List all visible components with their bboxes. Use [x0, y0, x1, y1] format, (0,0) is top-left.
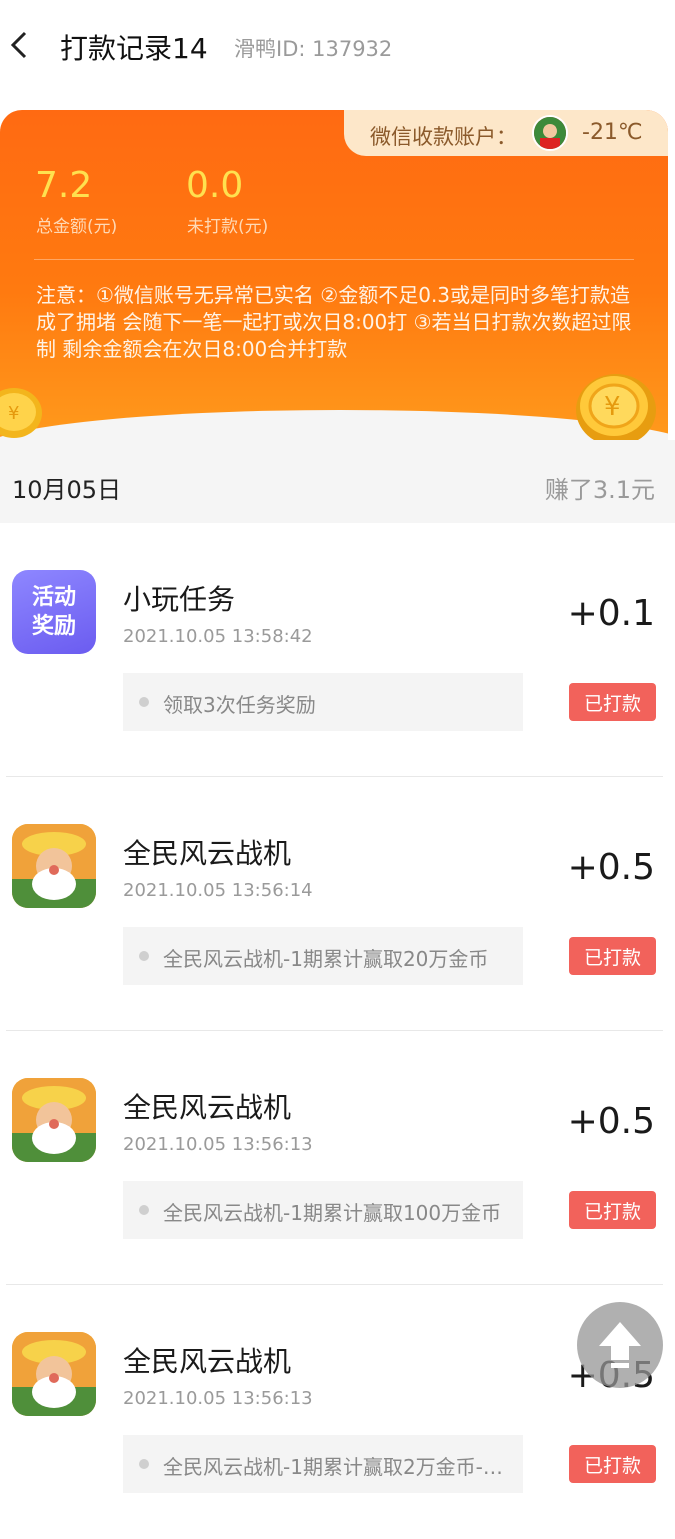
record-time: 2021.10.05 13:58:42 — [123, 626, 313, 647]
record-title: 全民风云战机 — [123, 837, 292, 870]
back-arrow-icon — [10, 31, 27, 59]
user-id-label: 滑鸭ID: 137932 — [234, 37, 393, 61]
coin-icon: ¥ — [0, 388, 42, 438]
record-description-box: 领取3次任务奖励 — [123, 673, 523, 731]
status-badge: 已打款 — [569, 1445, 656, 1483]
record-amount: +0.5 — [567, 1101, 655, 1142]
bullet-dot-icon — [139, 1459, 149, 1469]
record-title: 全民风云战机 — [123, 1091, 292, 1124]
record-time: 2021.10.05 13:56:14 — [123, 880, 313, 901]
payout-notice: 注意：①微信账号无异常已实名 ②金额不足0.3或是同时多笔打款造成了拥堵 会随下… — [36, 283, 632, 361]
record-time: 2021.10.05 13:56:13 — [123, 1134, 313, 1155]
record-amount: +0.1 — [567, 593, 655, 634]
list-item[interactable]: 全民风云战机 2021.10.05 13:56:13 +0.5 全民风云战机-1… — [0, 1031, 675, 1285]
total-amount-value: 7.2 — [35, 165, 93, 206]
record-description: 全民风云战机-1期累计赢取100万金币 — [163, 1201, 502, 1225]
total-amount-label: 总金额(元) — [36, 217, 118, 237]
payout-summary-card: 微信收款账户： -21℃ 7.2 总金额(元) 0.0 未打款(元) 注意：①微… — [0, 110, 668, 440]
status-badge: 已打款 — [569, 1191, 656, 1229]
record-time: 2021.10.05 13:56:13 — [123, 1388, 313, 1409]
unpaid-amount-label: 未打款(元) — [187, 217, 269, 237]
record-description: 领取3次任务奖励 — [163, 693, 316, 717]
back-button[interactable] — [6, 28, 32, 62]
card-divider — [34, 259, 634, 260]
bullet-dot-icon — [139, 951, 149, 961]
record-description: 全民风云战机-1期累计赢取2万金币-… — [163, 1455, 503, 1479]
scroll-to-top-icon — [599, 1322, 641, 1368]
top-nav-bar: 打款记录14 滑鸭ID: 137932 — [0, 0, 675, 92]
page-title: 打款记录14 — [60, 32, 208, 65]
svg-text:¥: ¥ — [8, 403, 19, 424]
game-app-icon — [12, 1078, 96, 1162]
record-title: 全民风云战机 — [123, 1345, 292, 1378]
card-wave — [0, 410, 668, 440]
bullet-dot-icon — [139, 697, 149, 707]
date-label: 10月05日 — [12, 476, 122, 504]
svg-text:¥: ¥ — [604, 392, 621, 422]
record-description: 全民风云战机-1期累计赢取20万金币 — [163, 947, 489, 971]
scroll-to-top-button[interactable] — [577, 1302, 663, 1388]
record-description-box: 全民风云战机-1期累计赢取2万金币-… — [123, 1435, 523, 1493]
game-app-icon — [12, 824, 96, 908]
game-app-icon — [12, 1332, 96, 1416]
wechat-account-label: 微信收款账户： — [370, 125, 517, 149]
activity-reward-icon: 活动 奖励 — [12, 570, 96, 654]
list-item[interactable]: 全民风云战机 2021.10.05 13:56:14 +0.5 全民风云战机-1… — [0, 777, 675, 1031]
wechat-account-bar[interactable]: 微信收款账户： -21℃ — [344, 110, 668, 156]
list-item[interactable]: 全民风云战机 2021.10.05 13:56:13 +0.5 全民风云战机-1… — [0, 1285, 675, 1539]
account-nickname: -21℃ — [582, 120, 643, 145]
avatar — [532, 115, 568, 151]
bullet-dot-icon — [139, 1205, 149, 1215]
list-item[interactable]: 活动 奖励 小玩任务 2021.10.05 13:58:42 +0.1 领取3次… — [0, 523, 675, 777]
status-badge: 已打款 — [569, 683, 656, 721]
record-description-box: 全民风云战机-1期累计赢取20万金币 — [123, 927, 523, 985]
daily-earned-label: 赚了3.1元 — [544, 476, 655, 504]
record-description-box: 全民风云战机-1期累计赢取100万金币 — [123, 1181, 523, 1239]
record-title: 小玩任务 — [123, 583, 236, 616]
coin-icon: ¥ — [576, 374, 656, 446]
record-amount: +0.5 — [567, 847, 655, 888]
unpaid-amount-value: 0.0 — [186, 165, 244, 206]
status-badge: 已打款 — [569, 937, 656, 975]
